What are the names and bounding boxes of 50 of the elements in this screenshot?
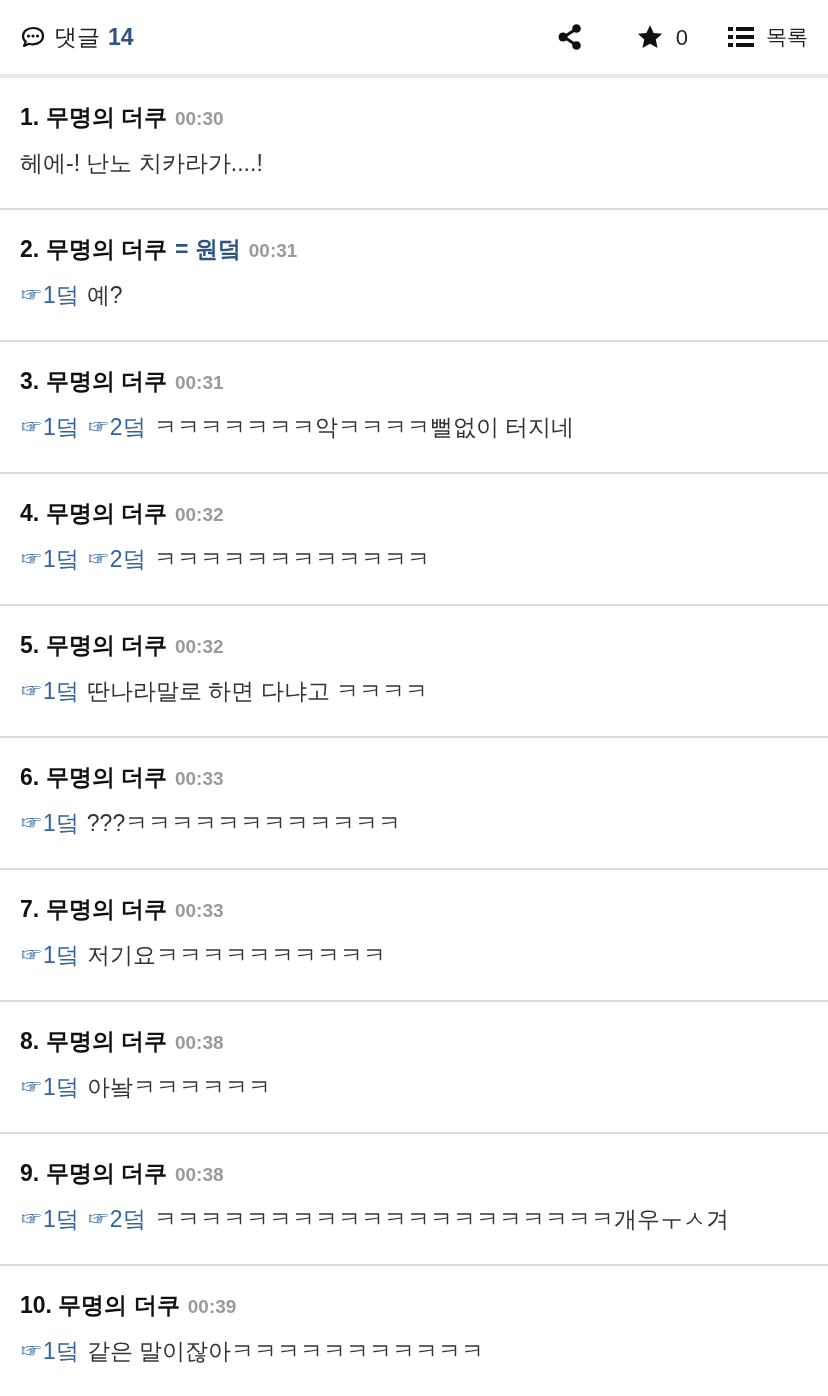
- reply-mention-link[interactable]: ☞1덬: [20, 806, 79, 841]
- comments-count: 14: [108, 22, 134, 52]
- reply-mention-link[interactable]: ☞1덬: [20, 674, 79, 709]
- star-count: 0: [675, 23, 688, 52]
- list-icon[interactable]: [728, 26, 754, 48]
- comment-author: 5. 무명의 더쿠: [20, 631, 167, 660]
- reply-mention-link[interactable]: ☞2덬: [86, 542, 146, 577]
- comment-time: 00:33: [174, 899, 224, 923]
- comment-time: 00:39: [187, 1295, 237, 1319]
- share-icon[interactable]: [557, 24, 582, 50]
- comment-author: 6. 무명의 더쿠: [20, 763, 167, 792]
- reply-mention-link[interactable]: ☞1덬: [20, 1334, 79, 1369]
- reply-mention-link[interactable]: ☞1덬: [20, 1070, 79, 1105]
- comment-author: 2. 무명의 더쿠: [20, 235, 167, 264]
- reply-mention-link[interactable]: ☞2덬: [86, 1202, 146, 1237]
- comment-text: 저기요ㅋㅋㅋㅋㅋㅋㅋㅋㅋㅋ: [86, 941, 386, 970]
- comment-text: 아놬ㅋㅋㅋㅋㅋㅋ: [86, 1073, 271, 1102]
- comment-text: ???ㅋㅋㅋㅋㅋㅋㅋㅋㅋㅋㅋㅋ: [86, 809, 402, 838]
- list-label[interactable]: 목록: [766, 21, 808, 53]
- comment-text: 예?: [86, 281, 123, 310]
- author-tag: = 원덬: [174, 232, 241, 267]
- comment-text: 딴나라말로 하면 다냐고 ㅋㅋㅋㅋ: [86, 677, 428, 706]
- comments-label: 댓글: [54, 22, 100, 52]
- comment-text: 헤에-! 난노 치카라가....!: [20, 149, 263, 178]
- comment-time: 00:30: [174, 107, 224, 131]
- comment-author: 8. 무명의 더쿠: [20, 1027, 167, 1056]
- comment-time: 00:31: [174, 371, 224, 395]
- comment-author: 7. 무명의 더쿠: [20, 895, 167, 924]
- comment-author: 3. 무명의 더쿠: [20, 367, 167, 396]
- comment-icon: [20, 25, 46, 49]
- reply-mention-link[interactable]: ☞1덬: [20, 938, 79, 973]
- comment-time: 00:38: [174, 1163, 224, 1187]
- comment-text: ㅋㅋㅋㅋㅋㅋㅋㅋㅋㅋㅋㅋㅋㅋㅋㅋㅋㅋㅋㅋ개우ㅜㅅ겨: [153, 1205, 729, 1234]
- comment-author: 4. 무명의 더쿠: [20, 499, 167, 528]
- comment-time: 00:38: [174, 1031, 224, 1055]
- comment-time: 00:32: [174, 503, 224, 527]
- comment-author: 10. 무명의 더쿠: [20, 1291, 180, 1320]
- comment-author: 9. 무명의 더쿠: [20, 1159, 167, 1188]
- comment-text: ㅋㅋㅋㅋㅋㅋㅋ악ㅋㅋㅋㅋ뻘없이 터지네: [153, 413, 574, 442]
- comment-text: ㅋㅋㅋㅋㅋㅋㅋㅋㅋㅋㅋㅋ: [153, 545, 430, 574]
- reply-mention-link[interactable]: ☞1덬: [20, 542, 79, 577]
- comment-time: 00:31: [248, 239, 298, 263]
- reply-mention-link[interactable]: ☞1덬: [20, 278, 79, 313]
- reply-mention-link[interactable]: ☞2덬: [86, 410, 146, 445]
- comment-time: 00:33: [174, 767, 224, 791]
- reply-mention-link[interactable]: ☞1덬: [20, 410, 79, 445]
- comment-time: 00:32: [174, 635, 224, 659]
- comment-author: 1. 무명의 더쿠: [20, 103, 167, 132]
- comment-text: 같은 말이잖아ㅋㅋㅋㅋㅋㅋㅋㅋㅋㅋㅋ: [86, 1337, 485, 1366]
- reply-mention-link[interactable]: ☞1덬: [20, 1202, 79, 1237]
